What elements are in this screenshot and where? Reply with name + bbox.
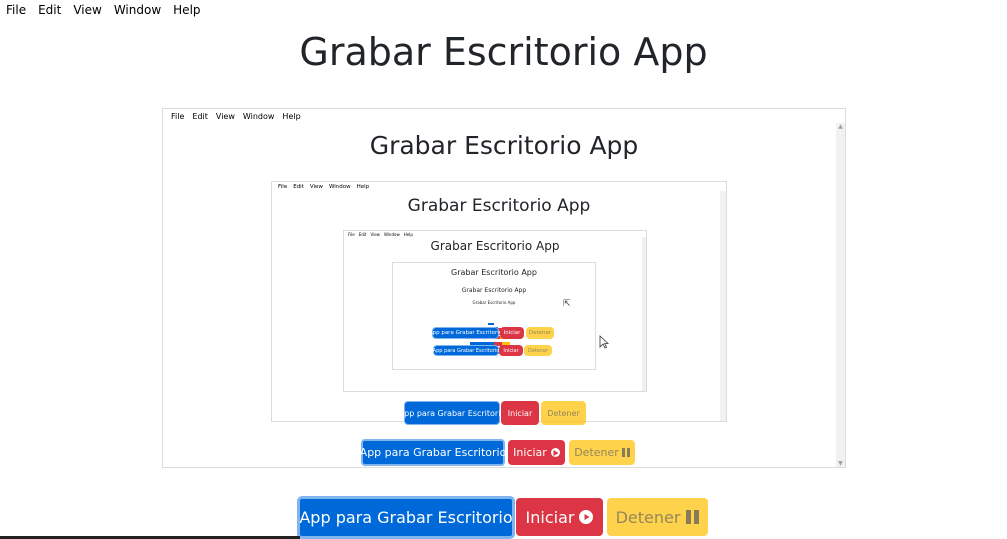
nested2-stop-button: Detener [526, 327, 554, 339]
nested4-title: Grabar Escritorio App [451, 268, 537, 277]
preview-menu-view: View [215, 112, 235, 121]
preview-stop-label: Detener [574, 446, 619, 459]
preview2-record-app-button: App para Grabar Escritorio [399, 401, 505, 425]
menu-file[interactable]: File [0, 3, 32, 17]
preview-menu-edit: Edit [192, 112, 208, 121]
nested3-stop-button: Detener [524, 345, 552, 356]
preview-stop-button: Detener [569, 440, 635, 465]
nested3-record-app-button: App para Grabar Escritorio [433, 345, 499, 356]
preview-cursor-icon [599, 334, 610, 349]
nested3-title: Grabar Escritorio App [430, 239, 560, 253]
nested-preview-3: File Edit View Window Help Grabar Escrit… [343, 230, 647, 392]
nested-menu-window: Window [328, 184, 351, 190]
menu-window[interactable]: Window [108, 3, 167, 17]
nested2-record-app-button: App para Grabar Escritorio [429, 327, 502, 339]
scroll-up-icon: ▲ [838, 123, 843, 130]
cursor-icon: ⇱ [563, 299, 571, 309]
record-app-button[interactable]: App para Grabar Escritorio [297, 496, 515, 539]
play-circle-icon [550, 448, 560, 457]
screen-preview: File Edit View Window Help Grabar Escrit… [162, 108, 846, 468]
nested-menu-help: Help [356, 184, 370, 190]
preview-title: Grabar Escritorio App [369, 131, 639, 160]
nested3-start-button: Iniciar [499, 345, 523, 356]
preview-menu-file: File [171, 112, 185, 121]
start-button[interactable]: Iniciar [516, 498, 603, 536]
nested3-menu-view: View [370, 232, 380, 237]
preview-menu-window: Window [242, 112, 275, 121]
scroll-down-icon: ▼ [838, 460, 843, 467]
preview-start-button: Iniciar [508, 440, 565, 465]
pause-icon [686, 510, 700, 524]
stop-label: Detener [615, 507, 681, 527]
nested3-menu-file: File [348, 232, 355, 237]
page-title: Grabar Escritorio App [299, 30, 708, 74]
nested3-menu-help: Help [403, 232, 413, 237]
menu-bar: File Edit View Window Help [0, 0, 207, 20]
stop-button[interactable]: Detener [607, 498, 708, 536]
preview-scrollbar: ▲ ▼ [836, 123, 845, 467]
nested-menu-edit: Edit [293, 184, 304, 190]
nested-menu-bar: File Edit View Window Help [275, 184, 372, 190]
menu-view[interactable]: View [67, 3, 107, 17]
menu-help[interactable]: Help [167, 3, 206, 17]
preview-start-label: Iniciar [513, 446, 547, 459]
nested-title: Grabar Escritorio App [407, 196, 591, 216]
start-label: Iniciar [525, 507, 575, 527]
nested5-title: Grabar Escritorio App [461, 287, 527, 294]
nested-menu-view: View [309, 184, 323, 190]
preview2-stop-button: Detener [541, 401, 586, 425]
nested-scrollbar [720, 191, 726, 421]
nested-preview-2: File Edit View Window Help Grabar Escrit… [271, 181, 727, 422]
preview2-start-button: Iniciar [501, 401, 539, 425]
menu-edit[interactable]: Edit [32, 3, 67, 17]
pause-icon [621, 448, 630, 457]
record-app-label: App para Grabar Escritorio [299, 508, 513, 527]
play-circle-icon [579, 510, 594, 524]
nested3-menu-edit: Edit [358, 232, 367, 237]
preview-menu-help: Help [282, 112, 301, 121]
nested2-start-button: Iniciar [500, 327, 524, 339]
nested3-menu-bar: File Edit View Window Help [346, 232, 415, 237]
nested-menu-file: File [278, 184, 288, 190]
nested3-scrollbar [642, 237, 646, 391]
preview-menu-bar: File Edit View Window Help [167, 112, 305, 121]
preview-record-app-button: App para Grabar Escritorio [360, 439, 506, 466]
nested3-menu-window: Window [383, 232, 400, 237]
